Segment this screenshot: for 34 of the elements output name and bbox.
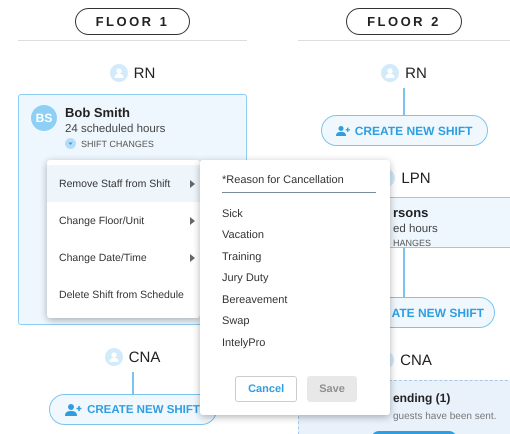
role-label: CNA xyxy=(128,348,160,366)
caret-right-icon xyxy=(190,216,195,224)
reason-field[interactable]: *Reason for Cancellation xyxy=(222,174,376,193)
add-person-icon xyxy=(65,404,82,416)
scheduled-hours: ed hours xyxy=(393,223,438,235)
pending-message: guests have been sent. xyxy=(393,411,498,422)
menu-item[interactable]: Change Date/Time xyxy=(47,239,200,276)
floor-title: FLOOR 1 xyxy=(74,8,190,35)
staff-avatar: BS xyxy=(31,105,57,131)
role-label: RN xyxy=(134,64,156,82)
menu-item[interactable]: Delete Shift from Schedule xyxy=(47,276,200,313)
reason-option[interactable]: Training xyxy=(216,246,262,268)
caret-right-icon xyxy=(190,254,195,262)
pending-title: ending (1) xyxy=(393,391,452,405)
menu-item[interactable]: Remove Staff from Shift xyxy=(47,165,200,202)
add-person-icon xyxy=(336,124,350,136)
reason-option[interactable]: Vacation xyxy=(216,224,264,246)
shift-changes-toggle[interactable]: SHIFT CHANGES xyxy=(81,138,154,148)
shift-changes-toggle[interactable]: HANGES xyxy=(393,238,432,248)
menu-item[interactable]: Change Floor/Unit xyxy=(47,202,200,239)
scheduled-hours: 24 scheduled hours xyxy=(65,123,166,135)
floor-title: FLOOR 2 xyxy=(346,8,462,35)
reason-option[interactable]: IntelyPro xyxy=(216,332,266,354)
reason-option[interactable]: Sick xyxy=(216,203,243,224)
staff-name: rsons xyxy=(393,205,430,220)
role-label: RN xyxy=(405,64,427,82)
reason-option[interactable]: Jury Duty xyxy=(216,268,268,289)
staff-name: Bob Smith xyxy=(65,105,131,120)
chevron-down-icon[interactable] xyxy=(65,138,76,149)
reason-option[interactable]: Bereavement xyxy=(216,289,288,310)
reason-option[interactable]: Swap xyxy=(216,310,250,332)
caret-right-icon xyxy=(190,180,195,188)
role-label: CNA xyxy=(400,352,432,368)
role-label: LPN xyxy=(401,170,431,186)
